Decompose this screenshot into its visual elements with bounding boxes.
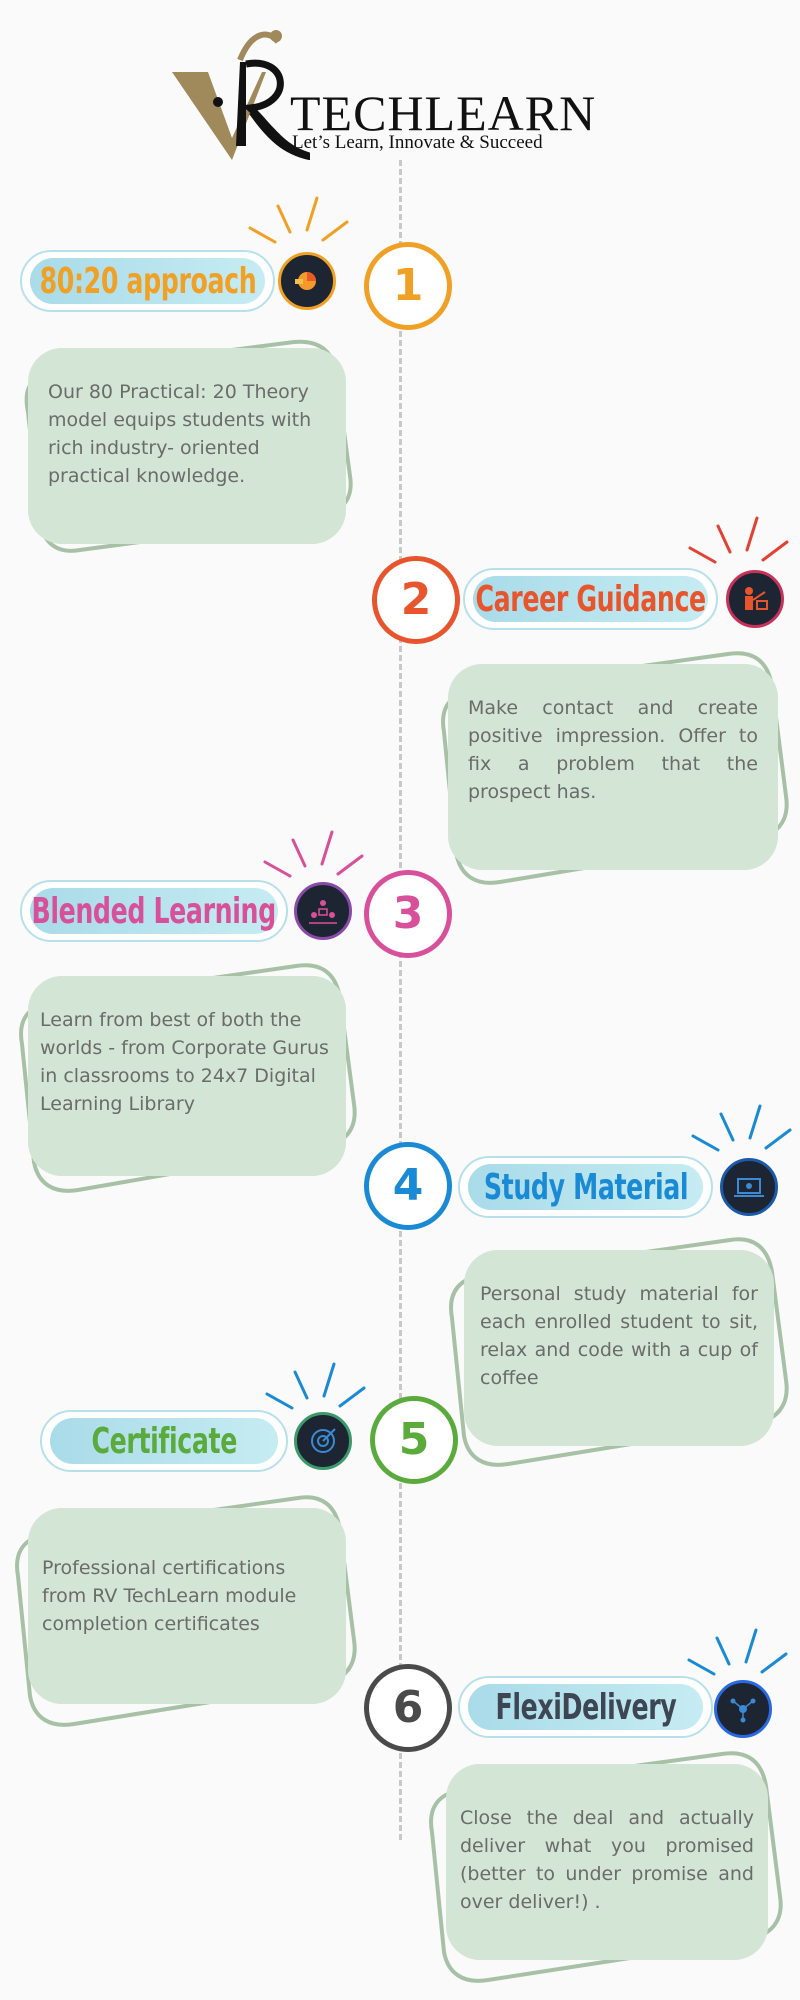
step-3-title: Blended Learning xyxy=(31,890,277,932)
step-4-number: 4 xyxy=(364,1142,452,1230)
rays-4 xyxy=(691,1104,792,1152)
step-6-card: Close the deal and actually deliver what… xyxy=(446,1764,768,1960)
step-2-card: Make contact and create positive impress… xyxy=(448,664,778,870)
teacher-board-icon xyxy=(726,570,784,628)
laptop-study-icon xyxy=(720,1158,778,1216)
rays-2 xyxy=(688,516,789,564)
step-4-text: Personal study material for each enrolle… xyxy=(480,1283,758,1389)
rays-1 xyxy=(248,196,349,244)
step-4-title: Study Material xyxy=(483,1166,688,1208)
step-6-title: FlexiDelivery xyxy=(495,1686,676,1728)
step-3-number: 3 xyxy=(364,870,452,958)
step-5-card: Professional certifications from RV Tech… xyxy=(28,1508,346,1704)
step-2-title: Career Guidance xyxy=(475,578,706,620)
step-6-pill: FlexiDelivery xyxy=(458,1676,713,1738)
step-1-card: Our 80 Practical: 20 Theory model equips… xyxy=(28,348,346,544)
step-4-pill: Study Material xyxy=(458,1156,713,1218)
logo-mark xyxy=(172,30,310,160)
step-6-number: 6 xyxy=(364,1664,452,1752)
rays-3 xyxy=(263,830,364,878)
logo: TECHLEARN Let’s Learn, Innovate & Succee… xyxy=(170,30,595,160)
step-4-card: Personal study material for each enrolle… xyxy=(464,1250,774,1446)
step-5-title: Certificate xyxy=(91,1420,237,1462)
step-1-pill: 80:20 approach xyxy=(20,250,275,312)
target-certificate-icon xyxy=(294,1412,352,1470)
logo-title: TECHLEARN xyxy=(290,85,597,141)
step-3-text: Learn from best of both the worlds - fro… xyxy=(40,1009,329,1115)
step-6-text: Close the deal and actually deliver what… xyxy=(460,1807,754,1913)
step-3-card: Learn from best of both the worlds - fro… xyxy=(28,976,346,1176)
step-2-number: 2 xyxy=(372,556,460,644)
timeline-line xyxy=(399,160,402,1840)
presentation-pie-icon xyxy=(278,252,336,310)
group-learning-icon xyxy=(294,882,352,940)
rays-6 xyxy=(687,1628,788,1676)
rays-5 xyxy=(265,1362,366,1410)
logo-tagline: Let’s Learn, Innovate & Succeed xyxy=(292,132,543,153)
step-5-number: 5 xyxy=(370,1396,458,1484)
step-2-pill: Career Guidance xyxy=(463,568,718,630)
step-3-pill: Blended Learning xyxy=(20,880,288,942)
step-1-title: 80:20 approach xyxy=(39,260,256,302)
step-5-pill: Certificate xyxy=(40,1410,288,1472)
step-2-text: Make contact and create positive impress… xyxy=(468,697,758,803)
step-1-text: Our 80 Practical: 20 Theory model equips… xyxy=(48,381,312,487)
step-5-text: Professional certifications from RV Tech… xyxy=(42,1557,297,1635)
step-1-number: 1 xyxy=(364,242,452,330)
network-delivery-icon xyxy=(714,1680,772,1738)
